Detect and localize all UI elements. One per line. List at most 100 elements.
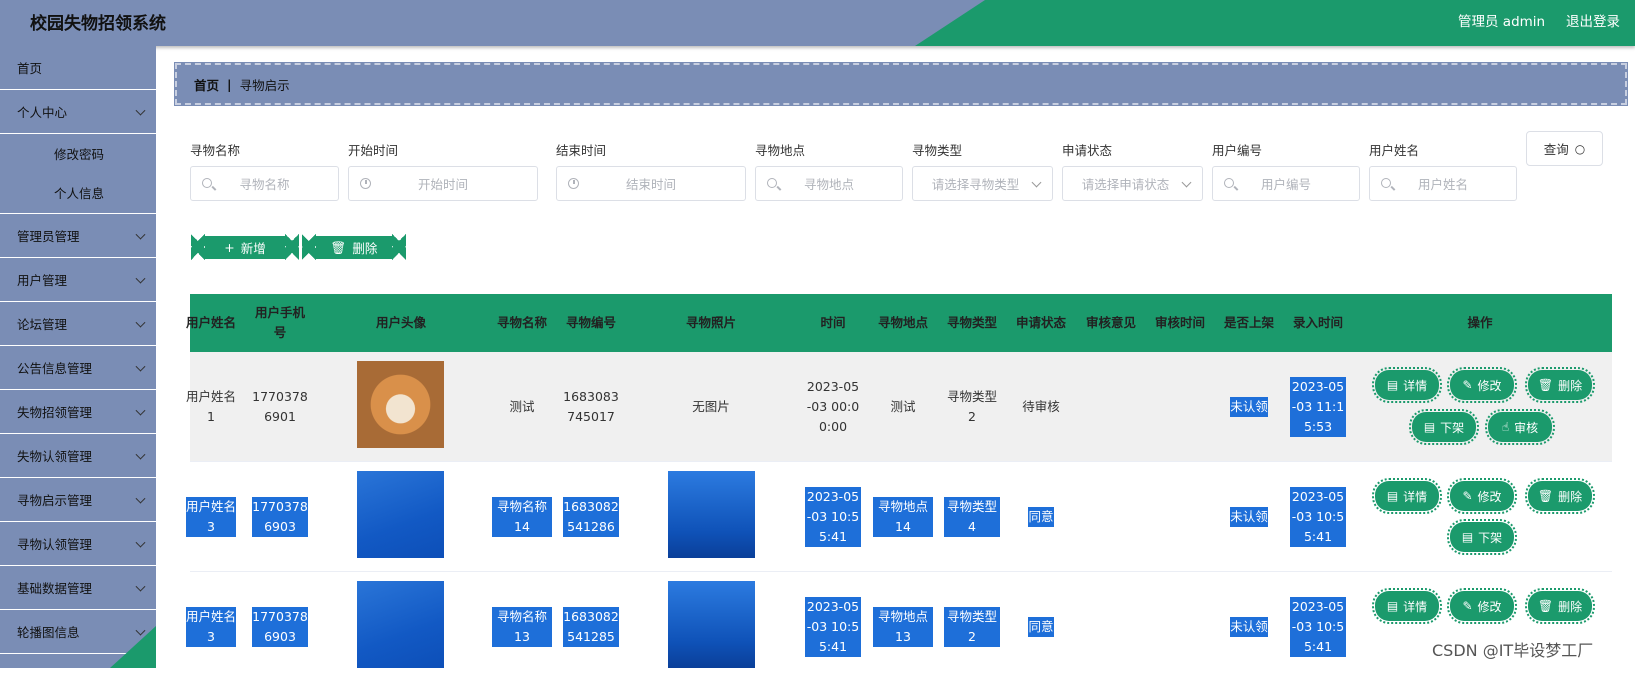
sidebar-item-label: 基础数据管理 [17, 581, 93, 596]
chevron-down-icon [135, 449, 146, 460]
search-input-user-id[interactable]: 用户编号 [1212, 166, 1360, 201]
sidebar-item-home[interactable]: 首页 [0, 46, 156, 90]
input-placeholder: 寻物名称 [239, 177, 290, 192]
sidebar-item-change-password[interactable]: 修改密码 [0, 134, 156, 172]
document-icon: ▤ [1386, 489, 1399, 503]
sidebar-item-personal-info[interactable]: 个人信息 [0, 172, 156, 214]
column-header: 操作 [1467, 315, 1493, 330]
cell-time: 2023-05-03 00:00:00 [806, 379, 860, 434]
sidebar-item-search-claim-mgmt[interactable]: 寻物认领管理 [0, 522, 156, 566]
cell-entry-time: 2023-05-03 11:15:53 [1290, 352, 1346, 462]
sidebar-item-label: 寻物认领管理 [17, 537, 93, 552]
unshelf-button[interactable]: ▤ 下架 [1447, 519, 1517, 555]
search-input-user-name[interactable]: 用户姓名 [1369, 166, 1517, 201]
sidebar: 首页 个人中心 修改密码 个人信息 管理员管理 用户管理 论坛管理 公告信息管理… [0, 46, 156, 668]
filter-label-start-time: 开始时间 [348, 143, 399, 158]
cell-item-photo: 无图片 [692, 399, 730, 414]
pencil-icon: ✎ [1462, 599, 1473, 613]
breadcrumb-current: 寻物启示 [239, 77, 290, 93]
delete-button[interactable]: 🗑 删除 [1525, 367, 1595, 403]
item-photo [668, 471, 755, 558]
sidebar-item-label: 寻物启示管理 [17, 493, 93, 508]
select-item-type[interactable]: 请选择寻物类型 [912, 166, 1053, 201]
cell-place: 寻物地点14 [873, 462, 933, 572]
sidebar-item-lost-found-mgmt[interactable]: 失物招领管理 [0, 390, 156, 434]
select-placeholder: 请选择申请状态 [1081, 177, 1170, 192]
column-header: 寻物编号 [565, 315, 616, 330]
date-input-start-time[interactable]: 开始时间 [348, 166, 538, 201]
trash-icon: 🗑 [330, 239, 347, 255]
cell-item-name: 测试 [509, 399, 535, 414]
chevron-down-icon [135, 581, 146, 592]
detail-button[interactable]: ▤ 详情 [1372, 588, 1442, 624]
sidebar-item-personal-center[interactable]: 个人中心 [0, 90, 156, 134]
chevron-down-icon [1181, 177, 1192, 188]
sidebar-item-label: 失物招领管理 [17, 405, 93, 420]
cell-item-code: 1683083745017 [563, 389, 619, 424]
chevron-down-icon [135, 493, 146, 504]
add-label: 新增 [240, 241, 266, 256]
add-button[interactable]: + 新增 [191, 224, 285, 270]
chevron-down-icon [135, 625, 146, 636]
chevron-down-icon [135, 405, 146, 416]
search-input-item-place[interactable]: 寻物地点 [755, 166, 903, 201]
cell-user-name: 用户姓名1 [186, 389, 237, 424]
review-button[interactable]: ☝ 审核 [1485, 409, 1555, 445]
top-bar: 校园失物招领系统 管理员 admin 退出登录 [0, 0, 1635, 46]
sidebar-item-label: 修改密码 [54, 146, 105, 162]
sidebar-item-basic-data-mgmt[interactable]: 基础数据管理 [0, 566, 156, 610]
date-input-end-time[interactable]: 结束时间 [556, 166, 746, 201]
cell-time: 2023-05-03 10:55:41 [805, 572, 861, 682]
sidebar-item-claim-mgmt[interactable]: 失物认领管理 [0, 434, 156, 478]
column-header: 用户姓名 [186, 315, 237, 330]
sidebar-item-notice-mgmt[interactable]: 公告信息管理 [0, 346, 156, 390]
filter-label-item-place: 寻物地点 [755, 143, 806, 158]
watermark: CSDN @IT毕设梦工厂 [1432, 641, 1594, 660]
logout-link[interactable]: 退出登录 [1566, 10, 1620, 30]
filter-label-item-type: 寻物类型 [912, 143, 963, 158]
delete-button[interactable]: 🗑 删除 [1525, 588, 1595, 624]
column-header: 寻物照片 [685, 315, 736, 330]
sidebar-item-label: 首页 [17, 61, 43, 76]
breadcrumb-home[interactable]: 首页 [194, 75, 219, 94]
cell-user-name: 用户姓名3 [186, 462, 236, 572]
detail-button[interactable]: ▤ 详情 [1372, 478, 1442, 514]
cell-entry-time: 2023-05-03 10:55:41 [1290, 462, 1346, 572]
edit-button[interactable]: ✎ 修改 [1447, 367, 1517, 403]
chevron-down-icon [135, 229, 146, 240]
select-apply-status[interactable]: 请选择申请状态 [1062, 166, 1203, 201]
trash-icon: 🗑 [1537, 599, 1554, 613]
cell-status: 同意 [1011, 462, 1071, 572]
sidebar-item-label: 个人中心 [17, 105, 68, 120]
batch-delete-button[interactable]: 🗑 删除 [302, 224, 392, 270]
select-placeholder: 请选择寻物类型 [931, 177, 1020, 192]
input-placeholder: 结束时间 [625, 177, 676, 192]
sidebar-item-forum-mgmt[interactable]: 论坛管理 [0, 302, 156, 346]
edit-button[interactable]: ✎ 修改 [1447, 478, 1517, 514]
sidebar-item-user-mgmt[interactable]: 用户管理 [0, 258, 156, 302]
search-icon [767, 178, 777, 188]
cell-shelf: 未认领 [1219, 572, 1279, 682]
delete-button[interactable]: 🗑 删除 [1525, 478, 1595, 514]
cell-status: 待审核 [1022, 399, 1060, 414]
search-icon [1224, 178, 1234, 188]
sidebar-item-label: 失物认领管理 [17, 449, 93, 464]
document-icon: ▤ [1461, 530, 1474, 544]
cell-user-name: 用户姓名3 [186, 572, 236, 682]
search-input-item-name[interactable]: 寻物名称 [190, 166, 339, 201]
chevron-down-icon [135, 317, 146, 328]
unshelf-button[interactable]: ▤ 下架 [1409, 409, 1479, 445]
sidebar-item-admin-mgmt[interactable]: 管理员管理 [0, 214, 156, 258]
item-photo [668, 581, 755, 668]
detail-button[interactable]: ▤ 详情 [1372, 367, 1442, 403]
avatar [357, 361, 444, 448]
trash-icon: 🗑 [1537, 489, 1554, 503]
cell-phone: 17703786903 [252, 572, 308, 682]
search-icon: ○ [1574, 141, 1586, 156]
chevron-down-icon [135, 361, 146, 372]
sidebar-item-search-notice-mgmt[interactable]: 寻物启示管理 [0, 478, 156, 522]
query-button[interactable]: 查询 ○ [1526, 131, 1603, 166]
edit-button[interactable]: ✎ 修改 [1447, 588, 1517, 624]
column-header: 寻物名称 [496, 315, 547, 330]
input-placeholder: 用户姓名 [1417, 177, 1468, 192]
